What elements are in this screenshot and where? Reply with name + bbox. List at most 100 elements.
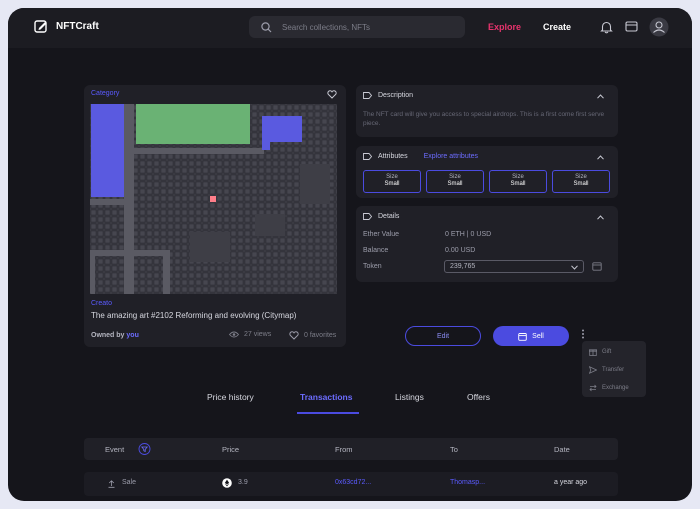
calendar-icon[interactable] xyxy=(592,261,602,271)
bell-icon[interactable] xyxy=(600,20,613,34)
attribute-value: Small xyxy=(573,181,589,187)
search-input[interactable] xyxy=(282,22,452,32)
menu-item-exchange[interactable]: Exchange xyxy=(589,384,629,392)
explore-attributes-link[interactable]: Explore attributes xyxy=(424,153,478,160)
app-window: NFTCraft Explore Create Category xyxy=(8,8,692,501)
avatar-icon[interactable] xyxy=(649,17,669,37)
owned-by: Owned by you xyxy=(91,332,139,339)
nft-title: The amazing art #2102 Reforming and evol… xyxy=(91,311,297,320)
description-title: Description xyxy=(378,92,414,99)
active-tab-indicator xyxy=(297,412,359,414)
menu-item-label: Exchange xyxy=(602,385,629,391)
favorites-count[interactable]: 0 favorites xyxy=(289,331,336,340)
app-name: NFTCraft xyxy=(56,20,99,32)
edit-button[interactable]: Edit xyxy=(405,326,481,346)
owner-link[interactable]: you xyxy=(126,332,138,339)
details-header[interactable]: Details xyxy=(363,213,399,220)
attribute-value: Small xyxy=(510,181,526,187)
tag-icon xyxy=(363,213,372,220)
category-link[interactable]: Category xyxy=(91,90,119,97)
gift-icon xyxy=(589,349,597,356)
ether-value-label: Ether Value xyxy=(363,231,400,238)
filter-icon[interactable] xyxy=(138,443,151,455)
menu-item-label: Gift xyxy=(602,349,612,355)
attribute-value: Small xyxy=(384,181,400,187)
row-to[interactable]: Thomasp... xyxy=(450,479,485,486)
col-date: Date xyxy=(554,445,570,454)
balance-label: Balance xyxy=(363,247,389,254)
search-icon xyxy=(261,21,272,32)
exchange-icon xyxy=(589,384,597,392)
tab-offers[interactable]: Offers xyxy=(467,392,490,402)
attribute-chip[interactable]: Size Small xyxy=(552,170,610,193)
details-panel: Details Ether Value 0 ETH | 0 USD Balanc… xyxy=(356,206,618,282)
ethereum-icon xyxy=(222,478,232,488)
attribute-chip[interactable]: Size Small xyxy=(363,170,421,193)
chevron-up-icon[interactable] xyxy=(597,215,604,220)
nft-card: Category Creato The amazing art #2102 Re… xyxy=(84,85,346,347)
token-label: Token xyxy=(363,263,382,270)
chevron-up-icon[interactable] xyxy=(597,94,604,99)
logo-icon xyxy=(34,20,47,33)
menu-item-transfer[interactable]: Transfer xyxy=(589,366,624,374)
table-header: Event Price From To Date xyxy=(84,438,618,460)
nft-image[interactable] xyxy=(90,104,337,294)
attribute-chip[interactable]: Size Small xyxy=(426,170,484,193)
col-event: Event xyxy=(105,445,125,454)
owned-by-label: Owned by xyxy=(91,332,125,339)
nav-explore[interactable]: Explore xyxy=(488,22,521,32)
tab-transactions[interactable]: Transactions xyxy=(300,392,352,402)
sell-button[interactable]: Sell xyxy=(493,326,569,346)
attribute-key: Size xyxy=(512,174,524,180)
row-event: Sale xyxy=(122,479,137,486)
description-panel: Description The NFT card will give you a… xyxy=(356,85,618,137)
actions-menu: Gift Transfer Exchange xyxy=(582,341,646,397)
creator-link[interactable]: Creato xyxy=(91,300,112,307)
heart-icon[interactable] xyxy=(327,90,337,99)
menu-item-label: Transfer xyxy=(602,367,625,373)
description-header[interactable]: Description xyxy=(363,92,413,99)
calendar-icon xyxy=(518,332,527,341)
search-bar[interactable] xyxy=(249,16,465,38)
wallet-icon[interactable] xyxy=(625,20,638,33)
ether-value: 0 ETH | 0 USD xyxy=(445,231,492,238)
balance-value: 0.00 USD xyxy=(445,247,476,254)
attributes-panel: Attributes Explore attributes Size Small… xyxy=(356,146,618,198)
attribute-value: Small xyxy=(447,181,463,187)
row-from[interactable]: 0x63cd72... xyxy=(335,479,371,486)
top-header: NFTCraft Explore Create xyxy=(8,8,692,48)
description-text: The NFT card will give you access to spe… xyxy=(363,111,605,127)
views-text: 27 views xyxy=(244,331,272,338)
sale-icon xyxy=(108,480,115,488)
eye-icon xyxy=(229,331,239,338)
attributes-header[interactable]: Attributes Explore attributes xyxy=(363,153,478,160)
send-icon xyxy=(589,366,597,374)
tag-icon xyxy=(363,92,372,99)
citymap-illustration xyxy=(90,104,337,294)
attributes-title: Attributes xyxy=(378,153,408,160)
chevron-down-icon xyxy=(571,265,578,270)
token-select[interactable]: 239,765 xyxy=(444,260,584,273)
logo[interactable]: NFTCraft xyxy=(34,19,99,33)
sell-label: Sell xyxy=(532,332,544,340)
chevron-up-icon[interactable] xyxy=(597,155,604,160)
tab-price-history[interactable]: Price history xyxy=(207,392,254,402)
attribute-key: Size xyxy=(575,174,587,180)
favorites-text: 0 favorites xyxy=(304,332,337,339)
attribute-key: Size xyxy=(449,174,461,180)
more-vertical-icon[interactable] xyxy=(581,329,585,339)
col-to: To xyxy=(450,445,458,454)
row-price: 3.9 xyxy=(238,479,248,486)
col-from: From xyxy=(335,445,353,454)
table-row[interactable]: Sale 3.9 0x63cd72... Thomasp... a year a… xyxy=(84,472,618,496)
attributes-list: Size Small Size Small Size Small Size Sm… xyxy=(363,170,610,193)
row-date: a year ago xyxy=(554,479,588,486)
views-count: 27 views xyxy=(229,331,271,338)
tag-icon xyxy=(363,153,372,160)
heart-outline-icon xyxy=(289,331,299,340)
col-price: Price xyxy=(222,445,240,454)
menu-item-gift[interactable]: Gift xyxy=(589,348,611,356)
attribute-chip[interactable]: Size Small xyxy=(489,170,547,193)
nav-create[interactable]: Create xyxy=(543,22,571,32)
tab-listings[interactable]: Listings xyxy=(395,392,424,402)
